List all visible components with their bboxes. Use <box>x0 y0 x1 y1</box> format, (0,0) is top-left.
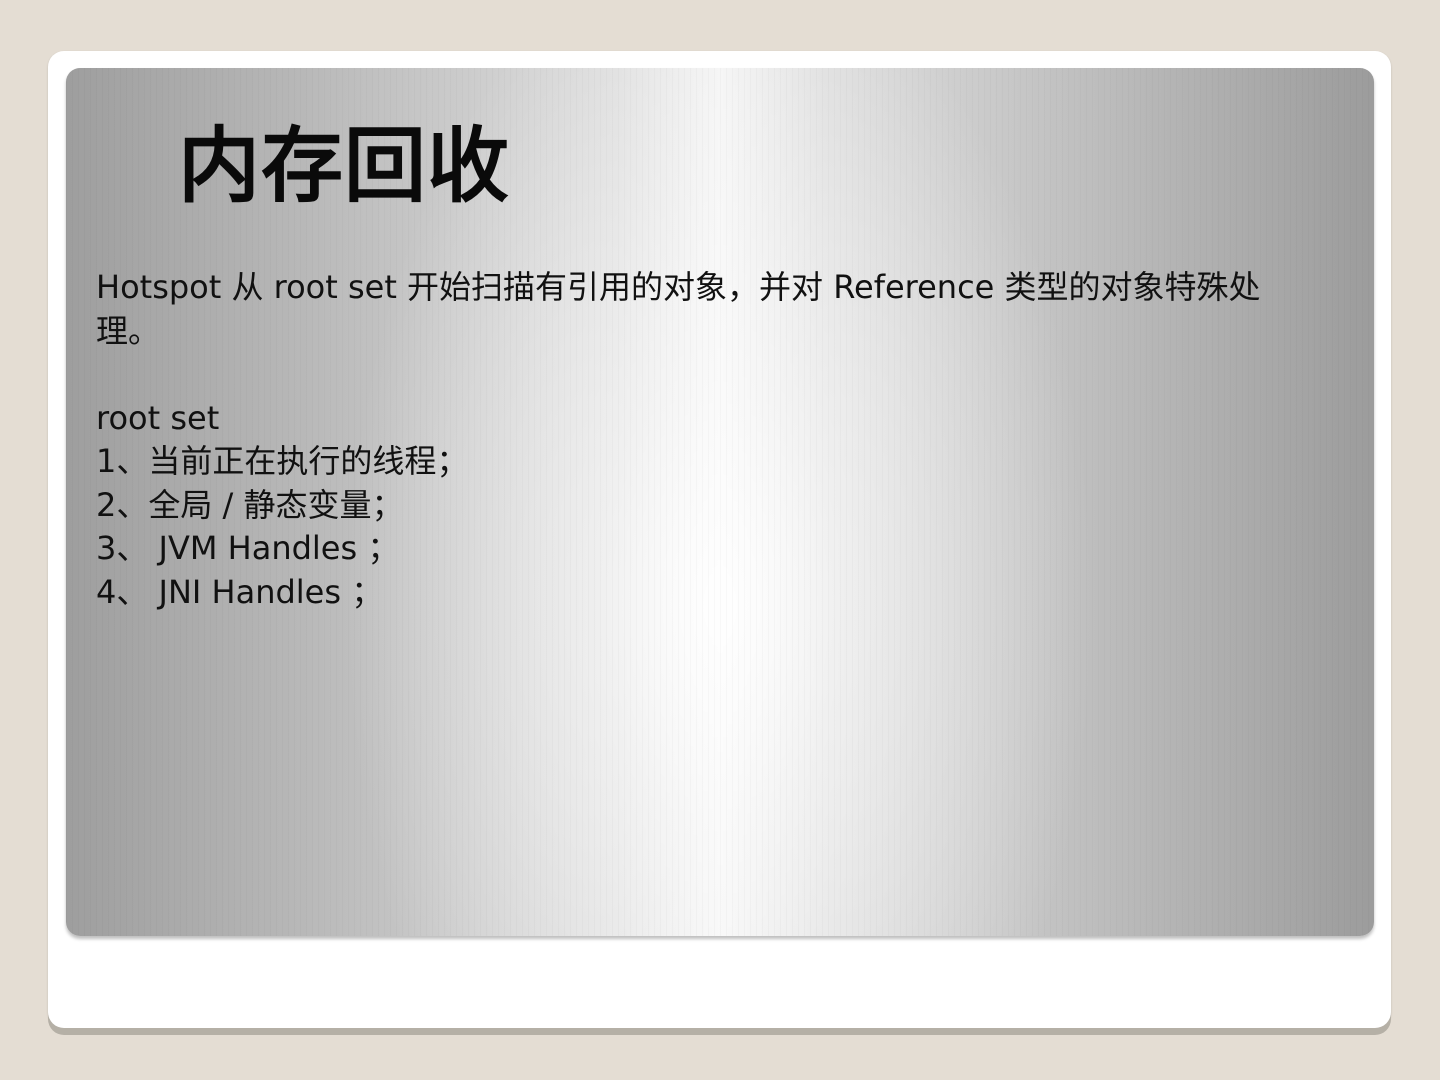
list-item: 4、 JNI Handles ； <box>96 572 384 611</box>
list-item: 3、 JVM Handles ； <box>96 529 400 567</box>
intro-paragraph: Hotspot 从 root set 开始扫描有引用的对象，并对 Referen… <box>96 268 1261 350</box>
list-item: 1、当前正在执行的线程； <box>96 442 469 480</box>
list-heading: root set <box>96 398 220 437</box>
list-item: 2、全局 / 静态变量； <box>96 485 404 524</box>
slide-body: Hotspot 从 root set 开始扫描有引用的对象，并对 Referen… <box>96 266 1326 614</box>
slide-title: 内存回收 <box>178 119 511 214</box>
